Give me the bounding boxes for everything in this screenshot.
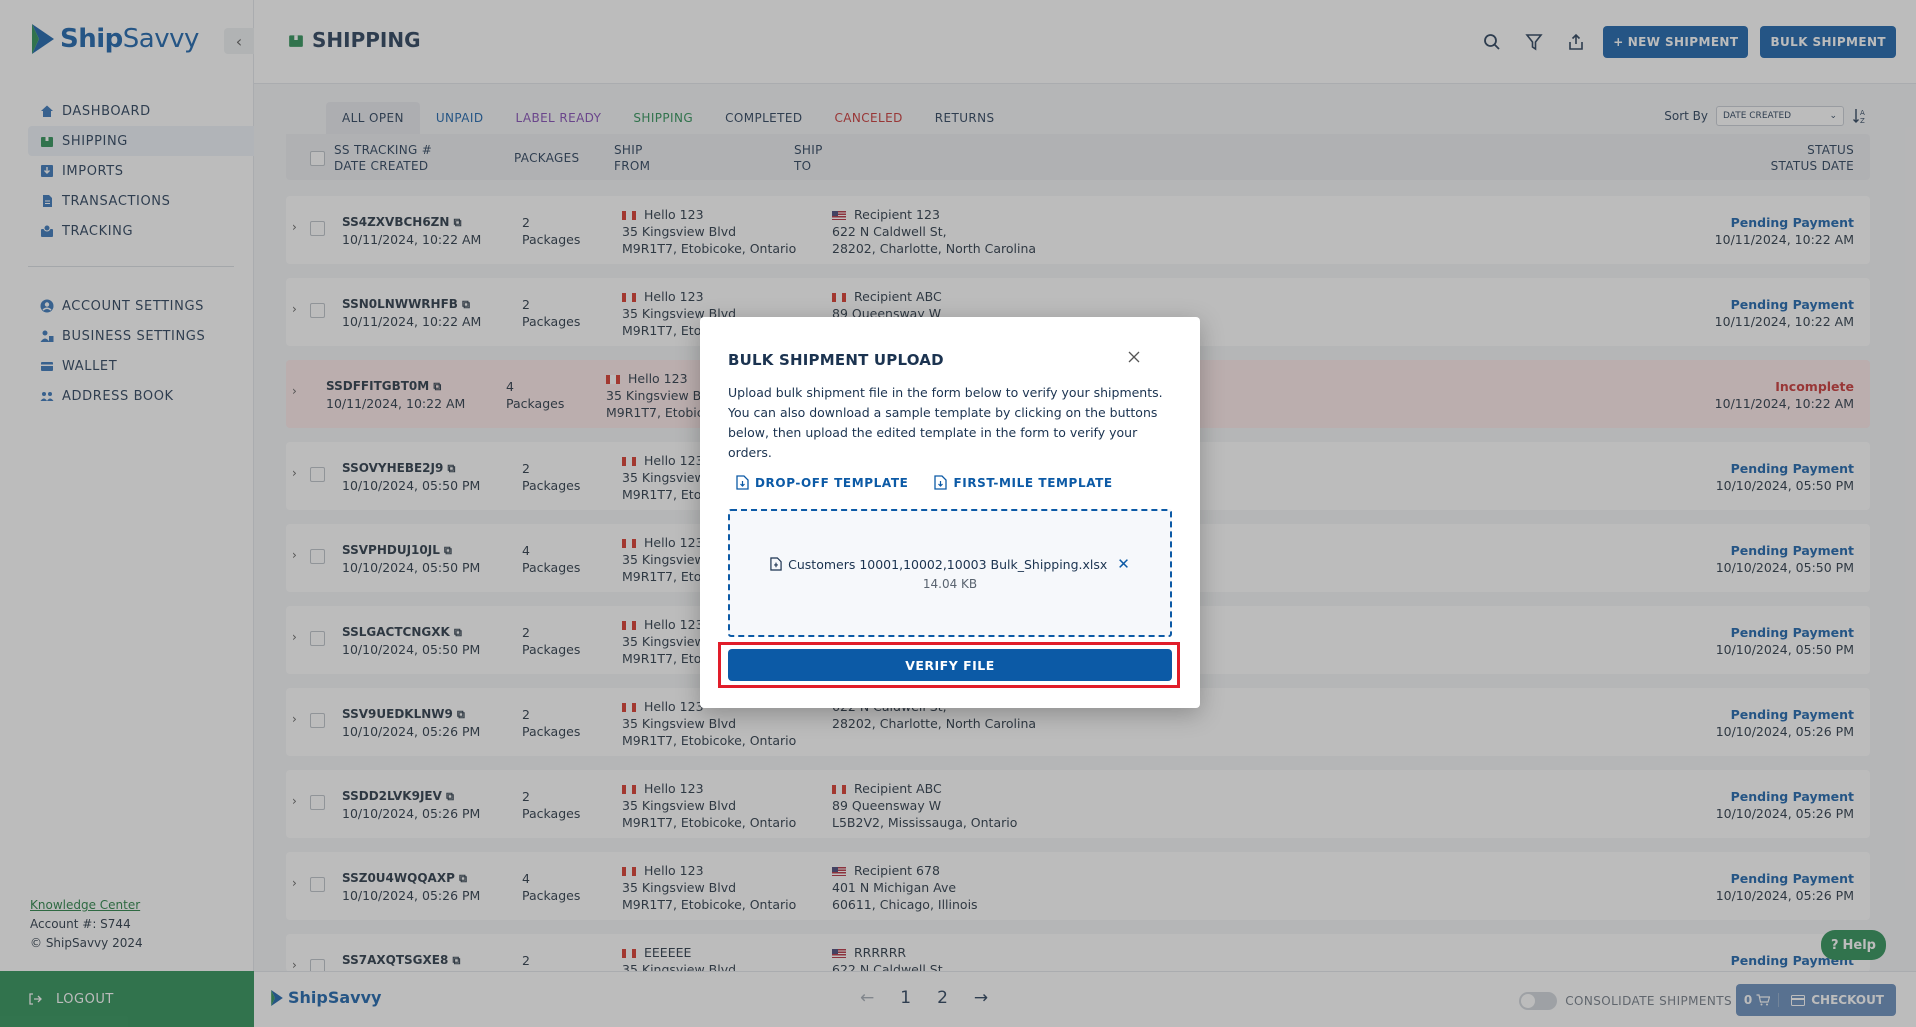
verify-label: VERIFY FILE bbox=[905, 657, 995, 673]
bulk-upload-modal: BULK SHIPMENT UPLOAD Upload bulk shipmen… bbox=[700, 317, 1200, 708]
file-dropzone[interactable]: Customers 10001,10002,10003 Bulk_Shippin… bbox=[728, 509, 1172, 637]
download-file-icon bbox=[736, 475, 749, 490]
file-size: 14.04 KB bbox=[922, 577, 978, 591]
uploaded-file: Customers 10001,10002,10003 Bulk_Shippin… bbox=[730, 555, 1170, 573]
dropoff-template-button[interactable]: DROP-OFF TEMPLATE bbox=[736, 475, 908, 490]
download-file-icon bbox=[934, 475, 948, 490]
template-buttons: DROP-OFF TEMPLATE FIRST-MILE TEMPLATE bbox=[736, 475, 1113, 490]
firstmile-template-button[interactable]: FIRST-MILE TEMPLATE bbox=[934, 475, 1112, 490]
file-icon bbox=[770, 557, 782, 571]
file-name: Customers 10001,10002,10003 Bulk_Shippin… bbox=[788, 556, 1108, 572]
modal-title: BULK SHIPMENT UPLOAD bbox=[728, 351, 944, 369]
remove-file-icon[interactable]: ✕ bbox=[1117, 555, 1130, 573]
modal-description: Upload bulk shipment file in the form be… bbox=[728, 385, 1163, 460]
close-icon bbox=[1128, 351, 1140, 363]
verify-file-button[interactable]: VERIFY FILE bbox=[728, 649, 1172, 681]
close-button[interactable] bbox=[1124, 347, 1144, 367]
